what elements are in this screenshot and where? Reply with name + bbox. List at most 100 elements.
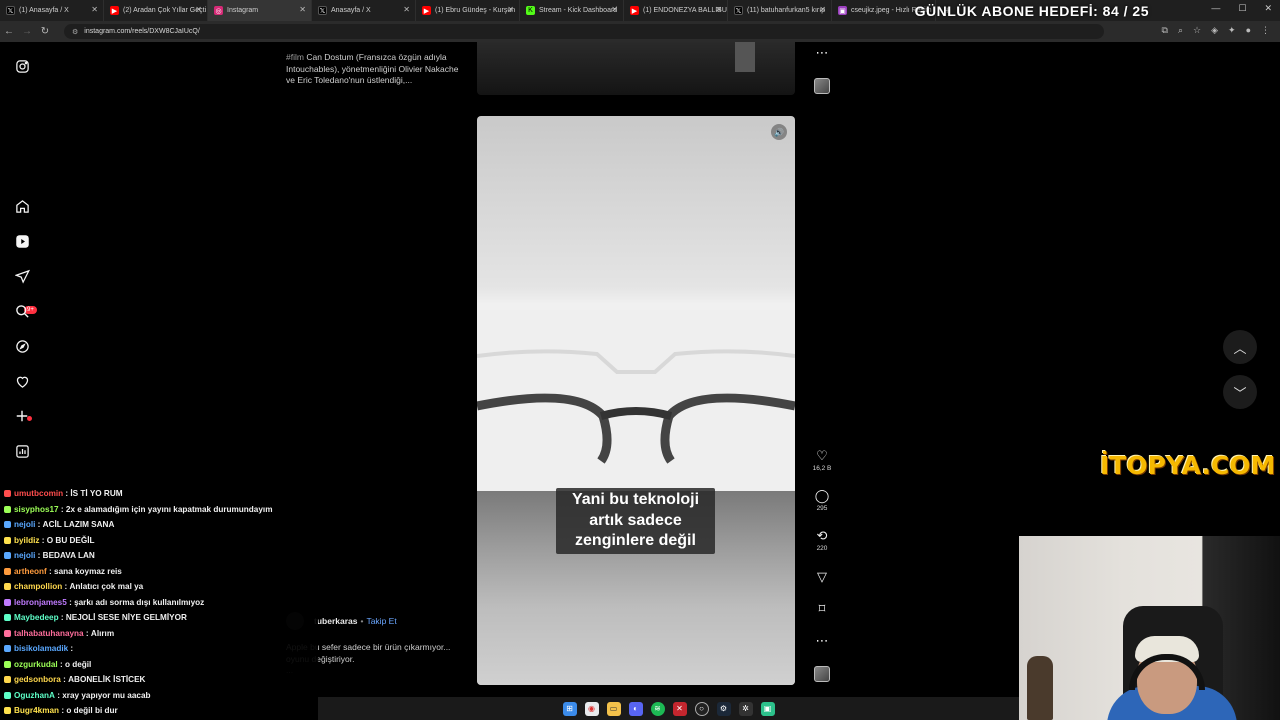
more-options-button[interactable]: ⋯	[812, 634, 832, 648]
chat-username[interactable]: ozgurkudal	[14, 657, 58, 673]
audio-thumbnail[interactable]	[814, 78, 830, 94]
obs-icon[interactable]: ○	[694, 701, 709, 716]
speaker-icon[interactable]: 🔊	[771, 124, 787, 140]
maximize-icon[interactable]: ☐	[1238, 3, 1246, 14]
reels-icon[interactable]	[13, 232, 31, 250]
chat-username[interactable]: OguzhanA	[14, 688, 55, 704]
browser-tab[interactable]: 𝕏 (1) Anasayfa / X ✕	[0, 0, 104, 21]
install-icon[interactable]: ⧉	[1162, 25, 1168, 36]
site-info-icon[interactable]: ⚙	[72, 28, 78, 36]
save-button[interactable]: ⌑	[812, 602, 832, 616]
follow-button[interactable]: Takip Et	[366, 616, 396, 626]
chat-username[interactable]: sisyphos17	[14, 502, 59, 518]
chat-badge-icon	[4, 645, 11, 653]
file-explorer-icon[interactable]: ▭	[606, 701, 621, 716]
reload-icon[interactable]: ↻	[36, 26, 54, 37]
repost-button[interactable]: ⟲ 220	[812, 529, 832, 553]
profile-icon[interactable]: ●	[1246, 25, 1251, 36]
chat-badge-icon	[4, 505, 11, 513]
like-button[interactable]: ♡ 16,2 B	[812, 448, 832, 473]
previous-reel-video[interactable]	[477, 42, 795, 95]
extension-icon[interactable]: ◈	[1211, 25, 1218, 36]
notifications-icon[interactable]	[13, 372, 31, 390]
browser-tab[interactable]: 𝕏 Anasayfa / X ✕	[312, 0, 416, 21]
close-icon[interactable]: ✕	[195, 5, 202, 14]
close-window-icon[interactable]: ✕	[1264, 3, 1272, 14]
tab-title: (2) Aradan Çok Yıllar Geçti	[123, 7, 207, 14]
browser-tab[interactable]: ▶ (2) Aradan Çok Yıllar Geçti ✕	[104, 0, 208, 21]
instagram-logo-icon[interactable]	[13, 57, 31, 75]
menu-dots-icon[interactable]: ⋮	[1261, 25, 1270, 36]
browser-tab[interactable]: 𝕏 (11) batuhanfurkan5 kırıp ✕	[728, 0, 832, 21]
chat-username[interactable]: bisikolamadik	[14, 641, 68, 657]
chrome-icon[interactable]: ◉	[584, 701, 599, 716]
steam-icon[interactable]: ⚙	[716, 701, 731, 716]
close-icon[interactable]: ✕	[611, 5, 618, 14]
back-icon[interactable]: ←	[0, 26, 18, 37]
more-options-icon[interactable]: ⋯	[812, 46, 832, 60]
author-username[interactable]: tuberkaras	[314, 616, 357, 626]
comment-button[interactable]: ◯ 295	[812, 489, 832, 513]
app-icon[interactable]: ▣	[760, 701, 775, 716]
search-icon[interactable]	[13, 302, 31, 320]
stream-chat: umutbcomin : İS Tİ YO RUM sisyphos17 : 2x…	[0, 476, 318, 720]
chat-username[interactable]: umutbcomin	[14, 486, 63, 502]
close-icon[interactable]: ✕	[403, 5, 410, 14]
chat-username[interactable]: Bugr4kman	[14, 703, 59, 719]
chat-username[interactable]: gedsonbora	[14, 672, 61, 688]
chat-message: umutbcomin : İS Tİ YO RUM	[0, 486, 318, 502]
audio-thumbnail[interactable]	[814, 666, 830, 682]
url-field[interactable]: ⚙ instagram.com/reels/DXW8CJaIUcQ/	[64, 24, 1104, 39]
explore-icon[interactable]	[13, 337, 31, 355]
chat-text: ACİL LAZIM SANA	[42, 520, 115, 529]
windows-start-icon[interactable]: ⊞	[562, 701, 577, 716]
tab-title: Anasayfa / X	[331, 7, 371, 14]
home-icon[interactable]	[13, 197, 31, 215]
close-icon[interactable]: ✕	[91, 5, 98, 14]
chat-message: OguzhanA : xray yapıyor mu aacab	[0, 688, 318, 704]
chat-text: Alırım	[90, 628, 115, 638]
chat-badge-icon	[4, 598, 11, 606]
close-icon[interactable]: ✕	[299, 5, 306, 14]
previous-reel-button[interactable]: ︿	[1223, 330, 1257, 364]
minimize-icon[interactable]: —	[1211, 3, 1220, 14]
heart-icon: ♡	[816, 448, 828, 463]
extensions-icon[interactable]: ✦	[1228, 25, 1236, 36]
chat-username[interactable]: talhabatuhanayna	[14, 626, 84, 642]
dashboard-icon[interactable]	[13, 442, 31, 460]
sponsor-logo: İTOPYA.COM	[1100, 451, 1276, 480]
browser-tab[interactable]: K Stream - Kick Dashboard ✕	[520, 0, 624, 21]
close-icon[interactable]: ✕	[715, 5, 722, 14]
spotify-icon[interactable]: ≋	[650, 701, 665, 716]
chat-username[interactable]: lebronjames5	[14, 595, 67, 611]
chat-username[interactable]: byildiz	[14, 533, 39, 549]
like-count: 16,2 B	[812, 465, 832, 472]
chat-username[interactable]: Maybedeep	[14, 610, 59, 626]
comment-count: 295	[816, 505, 828, 512]
close-icon[interactable]: ✕	[507, 5, 514, 14]
zoom-icon[interactable]: ⌕	[1178, 25, 1183, 36]
chat-text: o değil	[64, 659, 92, 669]
create-icon[interactable]	[13, 407, 31, 425]
discord-icon[interactable]: ◐	[628, 701, 643, 716]
chat-message: artheonf : sana koymaz reis	[0, 564, 318, 580]
xsplit-icon[interactable]: ✕	[672, 701, 687, 716]
bookmark-star-icon[interactable]: ☆	[1193, 25, 1201, 36]
settings-icon[interactable]: ✲	[738, 701, 753, 716]
browser-tab-active[interactable]: ◎ Instagram ✕	[208, 0, 312, 21]
browser-tab[interactable]: ▶ (1) ENDONEZYA BALLIBU ✕	[624, 0, 728, 21]
chat-username[interactable]: nejoli	[14, 548, 35, 564]
chat-username[interactable]: champollion	[14, 579, 62, 595]
chat-username[interactable]: nejoli	[14, 517, 35, 533]
reel-video[interactable]: 🔊 Yani bu teknoloji artık sadece zenginl…	[477, 116, 795, 685]
close-icon[interactable]: ✕	[819, 5, 826, 14]
chat-username[interactable]: artheonf	[14, 564, 47, 580]
browser-tab[interactable]: ▶ (1) Ebru Gündeş - Kurşun ✕	[416, 0, 520, 21]
next-reel-button[interactable]: ﹀	[1223, 375, 1257, 409]
hashtag[interactable]: #film	[286, 52, 304, 62]
subscriber-goal-overlay: GÜNLÜK ABONE HEDEFİ: 84 / 25	[914, 3, 1149, 19]
messages-icon[interactable]	[13, 267, 31, 285]
share-button[interactable]: ▽	[812, 570, 832, 584]
forward-icon[interactable]: →	[18, 26, 36, 37]
chat-badge-icon	[4, 676, 11, 684]
